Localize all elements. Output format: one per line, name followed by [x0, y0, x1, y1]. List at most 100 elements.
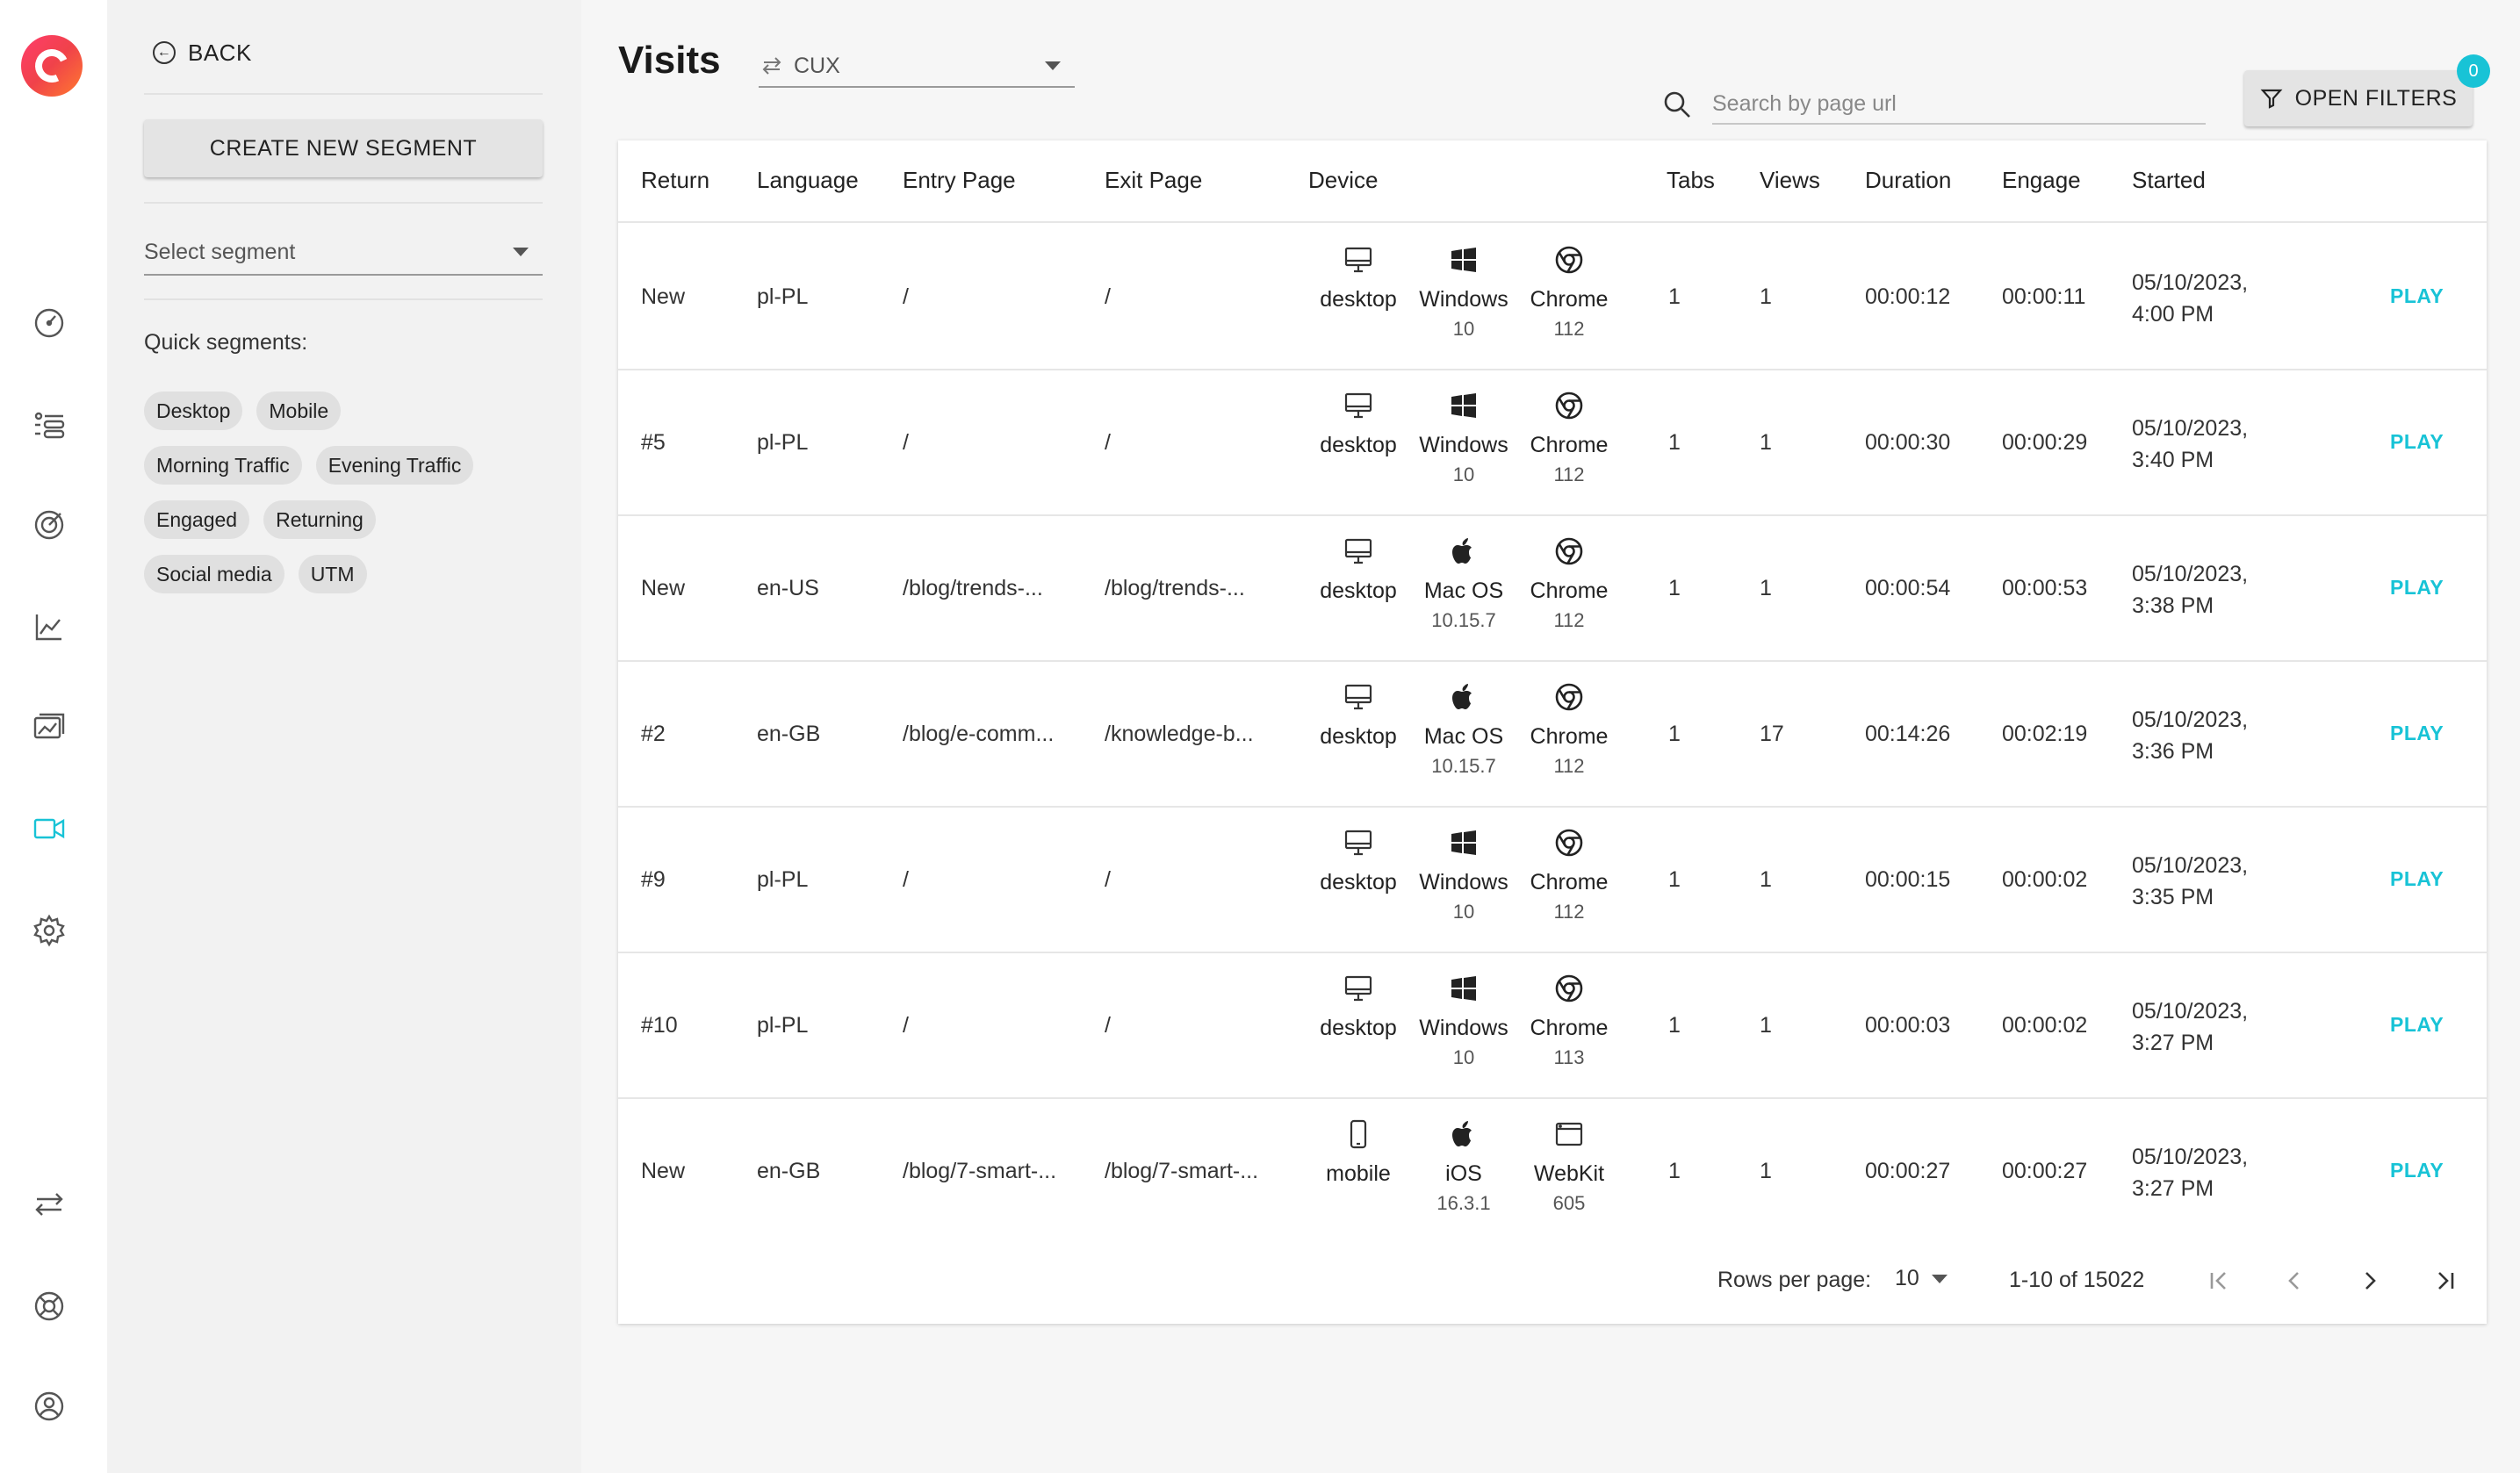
play-button[interactable]: PLAY [2390, 1013, 2444, 1037]
cell-entry-page: / [903, 430, 909, 455]
icon-rail [0, 0, 107, 1473]
browser-version: 112 [1553, 318, 1585, 340]
settings-icon[interactable] [30, 911, 68, 950]
browser-version: 112 [1553, 755, 1585, 777]
play-button[interactable]: PLAY [2390, 867, 2444, 891]
search-input[interactable] [1712, 84, 2206, 125]
dashboard-icon[interactable] [30, 304, 68, 342]
col-return[interactable]: Return [641, 167, 709, 194]
app-logo[interactable] [21, 35, 83, 97]
analytics-icon[interactable] [30, 607, 68, 646]
col-entry-page[interactable]: Entry Page [903, 167, 1016, 194]
play-button[interactable]: PLAY [2390, 430, 2444, 454]
cell-views: 1 [1760, 1013, 1772, 1038]
col-started[interactable]: Started [2132, 167, 2206, 194]
cell-browser: WebKit 605 [1512, 1118, 1626, 1215]
open-filters-button[interactable]: OPEN FILTERS [2244, 70, 2473, 126]
cell-started: 05/10/2023, 3:40 PM [2132, 413, 2248, 476]
desktop-icon [1343, 973, 1374, 1016]
cell-tabs: 1 [1668, 867, 1681, 892]
chip-engaged[interactable]: Engaged [144, 500, 250, 539]
table-row[interactable]: #5 pl-PL / / desktop Windows 10 Chrome 112 1 1 00:0… [618, 369, 2487, 516]
started-time: 3:27 PM [2132, 1176, 2214, 1201]
next-page-icon[interactable] [2348, 1259, 2392, 1303]
cell-entry-page: /blog/e-comm... [903, 722, 1055, 746]
chip-evening-traffic[interactable]: Evening Traffic [315, 446, 474, 485]
cell-engage: 00:00:02 [2002, 1013, 2088, 1038]
help-icon[interactable] [30, 1287, 68, 1326]
col-duration[interactable]: Duration [1865, 167, 1951, 194]
desktop-icon [1343, 681, 1374, 724]
chip-social-media[interactable]: Social media [144, 555, 284, 593]
last-page-icon[interactable] [2423, 1259, 2467, 1303]
switch-icon[interactable] [30, 1185, 68, 1224]
col-device[interactable]: Device [1308, 167, 1378, 194]
play-button[interactable]: PLAY [2390, 576, 2444, 600]
prev-page-icon[interactable] [2272, 1259, 2316, 1303]
started-time: 3:27 PM [2132, 1031, 2214, 1055]
cell-device: desktop [1301, 973, 1415, 1041]
heatmaps-icon[interactable] [30, 708, 68, 746]
search-bar [1661, 84, 2206, 125]
browser-version: 113 [1553, 1046, 1585, 1068]
rows-per-page-select[interactable]: 10 [1895, 1266, 1948, 1291]
cell-exit-page: / [1105, 867, 1111, 892]
chip-desktop[interactable]: Desktop [144, 392, 243, 430]
table-row[interactable]: #10 pl-PL / / desktop Windows 10 Chrome 113 1 1 00:… [618, 952, 2487, 1099]
play-button[interactable]: PLAY [2390, 722, 2444, 745]
cell-tabs: 1 [1668, 722, 1681, 746]
chip-morning-traffic[interactable]: Morning Traffic [144, 446, 302, 485]
divider [144, 93, 543, 95]
windows-icon [1448, 973, 1480, 1016]
col-views[interactable]: Views [1760, 167, 1820, 194]
started-time: 3:40 PM [2132, 448, 2214, 472]
cell-tabs: 1 [1668, 1159, 1681, 1183]
col-tabs[interactable]: Tabs [1667, 167, 1715, 194]
play-button[interactable]: PLAY [2390, 284, 2444, 308]
rows-per-page-label: Rows per page: [1717, 1268, 1872, 1292]
cell-views: 1 [1760, 1159, 1772, 1183]
col-engage[interactable]: Engage [2002, 167, 2081, 194]
back-label: BACK [188, 39, 252, 66]
create-segment-button[interactable]: CREATE NEW SEGMENT [144, 119, 543, 177]
started-time: 3:38 PM [2132, 593, 2214, 618]
account-icon[interactable] [30, 1387, 68, 1426]
col-language[interactable]: Language [757, 167, 859, 194]
play-button[interactable]: PLAY [2390, 1159, 2444, 1182]
cell-started: 05/10/2023, 4:00 PM [2132, 267, 2248, 330]
os-name: iOS [1445, 1161, 1482, 1186]
segment-select[interactable]: Select segment [144, 230, 543, 276]
chrome-icon [1553, 681, 1585, 724]
started-date: 05/10/2023, [2132, 270, 2249, 295]
pagination: Rows per page: 10 1-10 of 15022 [618, 1241, 2487, 1324]
cell-browser: Chrome 112 [1512, 390, 1626, 486]
table-row[interactable]: New en-GB/blog/7-smart-... /blog/7-smart-.… [618, 1097, 2487, 1245]
cell-entry-page: /blog/7-smart-... [903, 1159, 1057, 1183]
chip-returning[interactable]: Returning [263, 500, 376, 539]
table-row[interactable]: New en-US/blog/trends-... /blog/trends-...… [618, 514, 2487, 662]
cell-device: desktop [1301, 827, 1415, 895]
cell-entry-page: / [903, 1013, 909, 1038]
table-row[interactable]: New pl-PL / / desktop Windows 10 Chrome 112 1 1 00:… [618, 223, 2487, 370]
cell-os: Windows 10 [1407, 244, 1521, 341]
table-row[interactable]: #2 en-GB/blog/e-comm... /knowledge-b... des… [618, 660, 2487, 808]
col-exit-page[interactable]: Exit Page [1105, 167, 1202, 194]
source-select[interactable]: CUX [759, 46, 1075, 88]
chevron-down-icon [1931, 1274, 1948, 1283]
rows-per-page-value: 10 [1895, 1266, 1919, 1290]
table-row[interactable]: #9 pl-PL / / desktop Windows 10 Chrome 112 1 1 00:0… [618, 806, 2487, 953]
back-button[interactable]: ← BACK [153, 35, 252, 70]
first-page-icon[interactable] [2197, 1259, 2241, 1303]
funnels-icon[interactable] [30, 406, 68, 444]
device-type: desktop [1320, 1016, 1397, 1040]
chip-mobile[interactable]: Mobile [256, 392, 342, 430]
goals-icon[interactable] [30, 506, 68, 544]
browser-version: 605 [1552, 1192, 1586, 1214]
cell-views: 17 [1760, 722, 1784, 746]
recordings-icon[interactable] [30, 809, 68, 848]
browser-version: 112 [1553, 609, 1585, 631]
chip-utm[interactable]: UTM [298, 555, 367, 593]
os-name: Windows [1419, 1016, 1508, 1040]
cell-exit-page: / [1105, 430, 1111, 455]
device-type: mobile [1326, 1161, 1391, 1186]
